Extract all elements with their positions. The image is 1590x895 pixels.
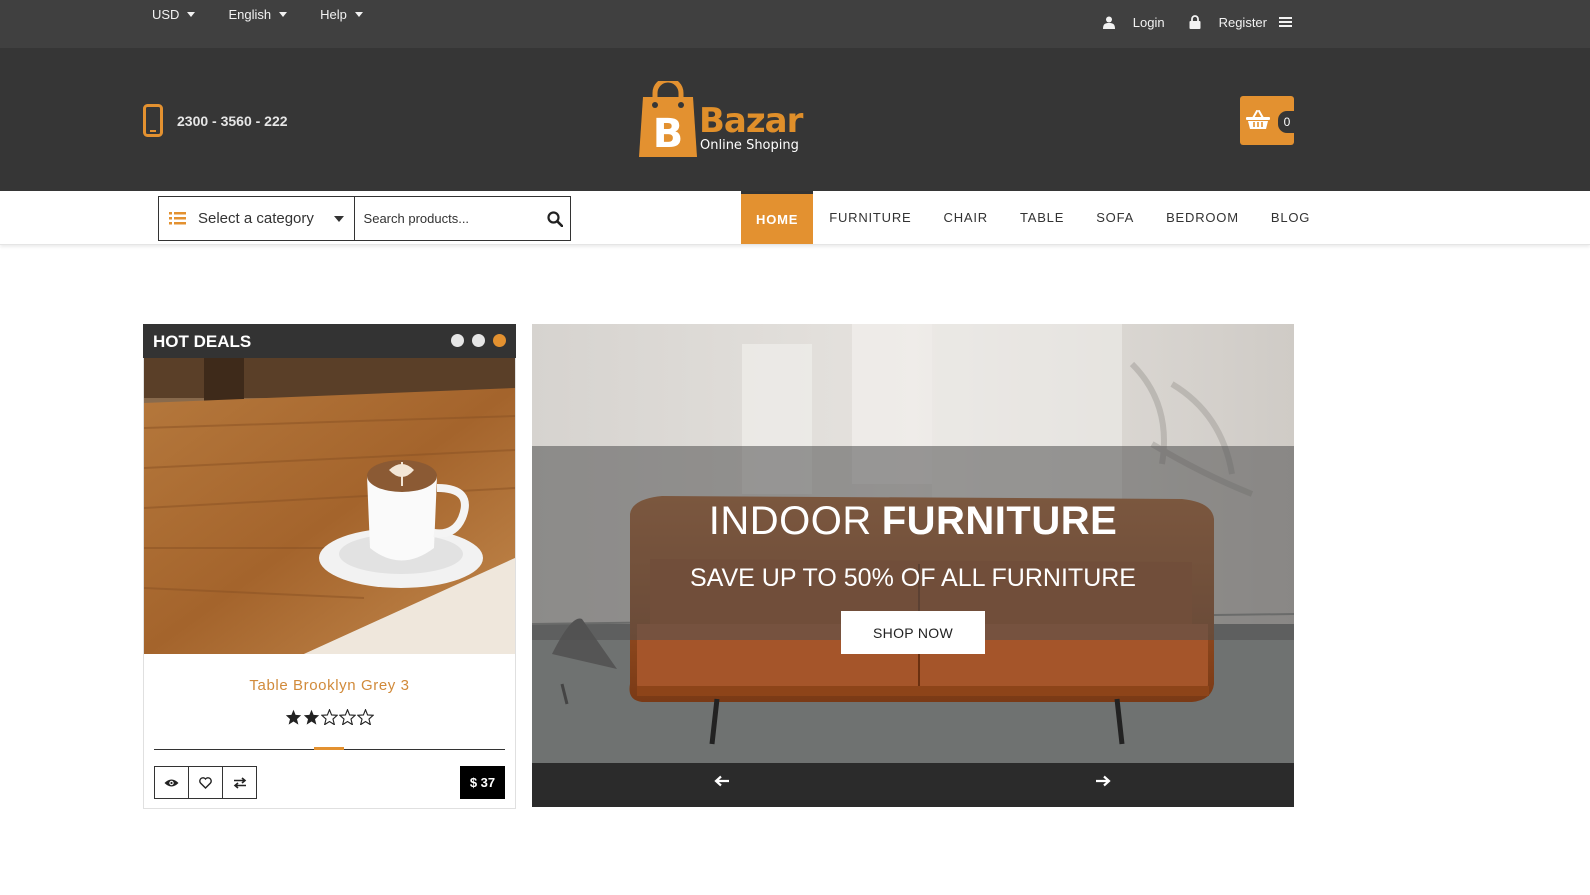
site-logo[interactable]: B Bazar Online Shoping [637, 81, 807, 161]
caret-down-icon [187, 11, 196, 17]
caret-down-icon [354, 11, 363, 17]
language-dropdown[interactable]: English [228, 6, 288, 22]
caret-down-icon [333, 216, 344, 222]
slide-title-bold: FURNITURE [881, 499, 1118, 543]
star-empty-icon [357, 709, 374, 725]
search-input[interactable] [354, 197, 540, 240]
caret-down-icon [279, 11, 288, 17]
slide-title: INDOOR FURNITURE [532, 499, 1294, 544]
user-icon [1102, 16, 1115, 29]
coffee-on-table-image [144, 358, 515, 654]
hero-slider: INDOOR FURNITURE SAVE UP TO 50% OF ALL FU… [532, 324, 1294, 807]
product-actions [154, 766, 257, 799]
site-header: 2300 - 3560 - 222 B Bazar Online Shoping… [0, 48, 1590, 191]
slider-controls [532, 763, 1294, 807]
hot-deals-title: HOT DEALS [153, 332, 252, 351]
main-menu: HOME FURNITURE CHAIR TABLE SOFA BEDROOM … [741, 191, 1326, 244]
star-filled-icon [285, 709, 302, 725]
slide-title-light: INDOOR [708, 499, 872, 543]
product-search-form: Select a category [158, 196, 571, 241]
carousel-dot-3-active[interactable] [493, 334, 506, 347]
nav-item-furniture[interactable]: FURNITURE [813, 191, 927, 244]
product-name[interactable]: Table Brooklyn Grey 3 [144, 677, 515, 694]
phone-contact: 2300 - 3560 - 222 [143, 104, 288, 137]
search-icon [547, 210, 563, 227]
lock-icon [1189, 15, 1201, 29]
phone-number: 2300 - 3560 - 222 [177, 112, 288, 129]
search-button[interactable] [540, 197, 570, 240]
nav-item-bedroom[interactable]: BEDROOM [1150, 191, 1255, 244]
category-select[interactable]: Select a category [159, 197, 355, 240]
list-icon [169, 212, 186, 225]
star-empty-icon [321, 709, 338, 725]
divider-accent [314, 747, 344, 750]
nav-item-table[interactable]: TABLE [1004, 191, 1080, 244]
basket-icon [1246, 110, 1270, 129]
register-label: Register [1218, 14, 1267, 30]
carousel-dot-1[interactable] [451, 334, 464, 347]
cart-count-badge: 0 [1278, 111, 1296, 133]
language-label: English [228, 6, 272, 22]
help-label: Help [320, 6, 347, 22]
login-link[interactable]: Login [1102, 14, 1165, 30]
product-rating [285, 709, 374, 725]
star-empty-icon [339, 709, 356, 725]
arrow-left-icon[interactable] [714, 775, 730, 787]
eye-icon [164, 779, 179, 786]
nav-item-sofa[interactable]: SOFA [1080, 191, 1150, 244]
hot-deals-widget: HOT DEALS Table Brooklyn Grey 3 $ 37 [143, 324, 516, 809]
carousel-dot-2[interactable] [472, 334, 485, 347]
heart-icon [199, 776, 212, 789]
product-image[interactable] [144, 358, 515, 654]
logo-tagline: Online Shoping [700, 138, 799, 153]
top-bar: USD English Help Login Register [0, 0, 1590, 48]
compare-button[interactable] [222, 766, 257, 799]
shop-now-button[interactable]: SHOP NOW [841, 611, 985, 654]
category-select-label: Select a category [198, 210, 314, 227]
help-dropdown[interactable]: Help [320, 7, 363, 22]
exchange-icon [233, 776, 246, 789]
wishlist-button[interactable] [188, 766, 223, 799]
nav-item-home[interactable]: HOME [741, 191, 814, 244]
product-price: $ 37 [460, 766, 505, 799]
currency-dropdown[interactable]: USD [152, 6, 196, 22]
login-label: Login [1132, 14, 1165, 30]
shopping-bag-logo-icon: B [639, 81, 697, 157]
top-bar-right: Login Register [1102, 0, 1292, 44]
quick-view-button[interactable] [154, 766, 189, 799]
register-link[interactable]: Register [1189, 15, 1267, 30]
arrow-right-icon[interactable] [1095, 775, 1111, 787]
nav-item-blog[interactable]: BLOG [1255, 191, 1326, 244]
hot-deals-header: HOT DEALS [143, 324, 516, 358]
navigation-bar: Select a category HOME FURNITURE CHAIR T… [0, 191, 1590, 245]
top-bar-left: USD English Help [152, 0, 396, 28]
logo-wordmark: Bazar [699, 101, 803, 141]
svg-text:B: B [653, 111, 684, 157]
star-filled-icon [303, 709, 320, 725]
nav-item-chair[interactable]: CHAIR [928, 191, 1004, 244]
mobile-phone-icon [143, 104, 163, 137]
hamburger-menu-icon[interactable] [1279, 16, 1292, 28]
currency-label: USD [152, 6, 180, 22]
cart-button[interactable]: 0 [1240, 96, 1296, 145]
slide-subtitle: SAVE UP TO 50% OF ALL FURNITURE [690, 564, 1136, 592]
